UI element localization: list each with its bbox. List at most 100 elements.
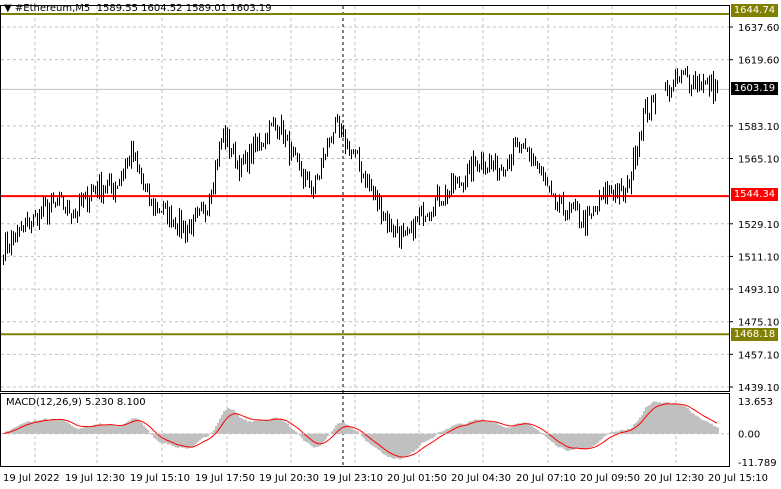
- macd-label: MACD(12,26,9) 5.230 8.100: [6, 397, 146, 408]
- macd-hist-bar: [681, 405, 683, 434]
- macd-hist-bar: [635, 422, 637, 434]
- macd-hist-bar: [67, 422, 69, 434]
- macd-hist-bar: [273, 417, 275, 434]
- macd-hist-bar: [651, 402, 653, 434]
- macd-hist-bar: [345, 424, 347, 434]
- macd-hist-bar: [381, 433, 383, 453]
- macd-hist-bar: [705, 421, 707, 434]
- macd-hist-bar: [437, 432, 439, 434]
- macd-hist-bar: [275, 417, 277, 434]
- macd-hist-bar: [397, 433, 399, 459]
- macd-axis-label: -11.789: [738, 458, 777, 469]
- macd-hist-bar: [409, 433, 411, 455]
- macd-hist-bar: [595, 433, 597, 445]
- price-chart[interactable]: 1637.60 1619.60 1583.10 1565.10 1529.10 1511.…: [0, 0, 781, 489]
- macd-hist-bar: [63, 420, 65, 434]
- macd-hist-bar: [243, 419, 245, 434]
- macd-hist-bar: [495, 422, 497, 434]
- macd-hist-bar: [53, 418, 55, 434]
- macd-hist-bar: [143, 425, 145, 434]
- macd-hist-bar: [469, 420, 471, 434]
- macd-hist-bar: [131, 418, 133, 434]
- macd-hist-bar: [717, 427, 719, 434]
- macd-hist-bar: [263, 420, 265, 434]
- macd-hist-bar: [701, 419, 703, 434]
- macd-hist-bar: [261, 420, 263, 434]
- macd-hist-bar: [377, 433, 379, 450]
- macd-hist-bar: [83, 427, 85, 434]
- macd-hist-bar: [247, 421, 249, 434]
- macd-hist-bar: [299, 433, 301, 436]
- macd-hist-bar: [123, 424, 125, 434]
- macd-hist-bar: [379, 433, 381, 451]
- macd-hist-bar: [581, 433, 583, 450]
- macd-hist-bar: [173, 433, 175, 447]
- macd-hist-bar: [21, 423, 23, 434]
- macd-hist-bar: [593, 433, 595, 446]
- macd-hist-bar: [317, 433, 319, 447]
- macd-hist-bar: [587, 433, 589, 449]
- macd-hist-bar: [647, 405, 649, 434]
- macd-hist-bar: [423, 433, 425, 443]
- macd-hist-bar: [225, 409, 227, 434]
- macd-hist-bar: [75, 428, 77, 434]
- price-axis-label: 1637.60: [738, 23, 779, 34]
- macd-hist-bar: [659, 401, 661, 434]
- macd-hist-bar: [137, 419, 139, 434]
- macd-hist-bar: [565, 433, 567, 451]
- macd-hist-bar: [415, 433, 417, 450]
- macd-hist-bar: [269, 419, 271, 434]
- macd-hist-bar: [115, 426, 117, 434]
- macd-hist-bar: [481, 419, 483, 434]
- macd-hist-bar: [27, 421, 29, 434]
- macd-hist-bar: [193, 433, 195, 446]
- macd-hist-bar: [601, 433, 603, 440]
- macd-hist-bar: [629, 428, 631, 434]
- macd-hist-bar: [665, 402, 667, 434]
- time-axis-label: 20 Jul 04:30: [451, 473, 511, 484]
- macd-hist-bar: [563, 433, 565, 449]
- macd-hist-bar: [351, 428, 353, 434]
- macd-hist-bar: [689, 410, 691, 434]
- macd-hist-bar: [61, 419, 63, 434]
- macd-hist-bar: [87, 427, 89, 434]
- macd-hist-bar: [239, 417, 241, 434]
- macd-hist-bar: [683, 405, 685, 434]
- macd-hist-bar: [459, 423, 461, 434]
- macd-hist-bar: [257, 420, 259, 434]
- price-axis-label: 1583.10: [738, 122, 779, 133]
- macd-hist-bar: [419, 433, 421, 446]
- macd-hist-bar: [167, 433, 169, 445]
- macd-hist-bar: [695, 415, 697, 434]
- macd-hist-bar: [645, 407, 647, 434]
- macd-hist-bar: [279, 419, 281, 434]
- macd-hist-bar: [395, 433, 397, 459]
- macd-hist-bar: [575, 433, 577, 449]
- macd-hist-bar: [431, 433, 433, 439]
- macd-hist-bar: [199, 433, 201, 441]
- price-axis-label: 1565.10: [738, 154, 779, 165]
- price-axis-label: 1529.10: [738, 220, 779, 231]
- macd-hist-bar: [639, 417, 641, 434]
- macd-hist-bar: [497, 424, 499, 434]
- macd-hist-bar: [367, 433, 369, 443]
- macd-hist-bar: [509, 427, 511, 434]
- macd-hist-bar: [71, 425, 73, 434]
- macd-hist-bar: [579, 433, 581, 450]
- macd-hist-bar: [461, 423, 463, 434]
- macd-hist-bar: [611, 431, 613, 434]
- macd-hist-bar: [485, 421, 487, 434]
- macd-hist-bar: [293, 430, 295, 434]
- macd-hist-bar: [231, 409, 233, 434]
- macd-hist-bar: [103, 424, 105, 434]
- macd-hist-bar: [559, 433, 561, 448]
- macd-hist-bar: [711, 423, 713, 434]
- macd-hist-bar: [567, 433, 569, 452]
- macd-hist-bar: [631, 427, 633, 434]
- macd-hist-bar: [101, 424, 103, 434]
- macd-hist-bar: [621, 429, 623, 434]
- macd-hist-bar: [589, 433, 591, 448]
- macd-hist-bar: [577, 433, 579, 449]
- chart-window[interactable]: 1637.60 1619.60 1583.10 1565.10 1529.10 1511.…: [0, 0, 781, 489]
- time-axis-label: 19 Jul 15:10: [130, 473, 190, 484]
